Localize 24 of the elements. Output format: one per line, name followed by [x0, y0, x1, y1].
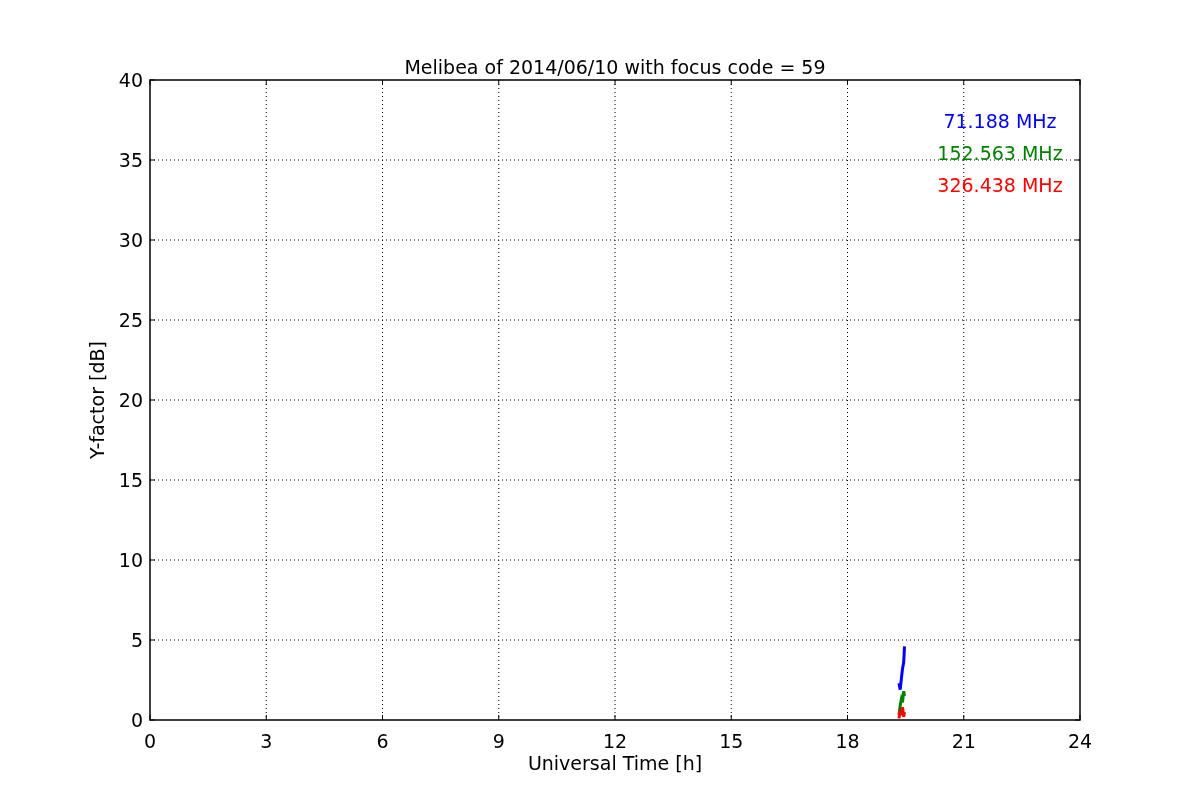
y-axis-label: Y-factor [dB] [86, 341, 108, 459]
x-tick-label: 6 [376, 730, 389, 752]
y-tick-label: 20 [118, 389, 143, 411]
x-tick-label: 12 [602, 730, 628, 752]
legend-label: 152.563 MHz [937, 142, 1063, 164]
y-tick-label: 30 [118, 229, 143, 251]
x-axis-label: Universal Time [h] [527, 752, 703, 774]
x-tick-label: 24 [1067, 730, 1093, 752]
y-tick-label: 15 [118, 469, 143, 491]
legend-label: 326.438 MHz [937, 174, 1063, 196]
x-tick-label: 18 [835, 730, 860, 752]
y-tick-label: 25 [118, 309, 143, 331]
y-tick-label: 5 [130, 629, 143, 651]
y-tick-label: 40 [118, 69, 143, 91]
y-tick-label: 35 [118, 149, 143, 171]
x-tick-label: 15 [719, 730, 744, 752]
chart-title: Melibea of 2014/06/10 with focus code = 59 [404, 56, 826, 78]
x-tick-label: 0 [143, 730, 157, 752]
x-tick-label: 3 [260, 730, 273, 752]
y-tick-label: 0 [130, 709, 143, 731]
y-tick-label: 10 [118, 549, 143, 571]
x-tick-label: 9 [492, 730, 505, 752]
legend-label: 71.188 MHz [943, 110, 1057, 132]
x-tick-label: 21 [951, 730, 976, 752]
